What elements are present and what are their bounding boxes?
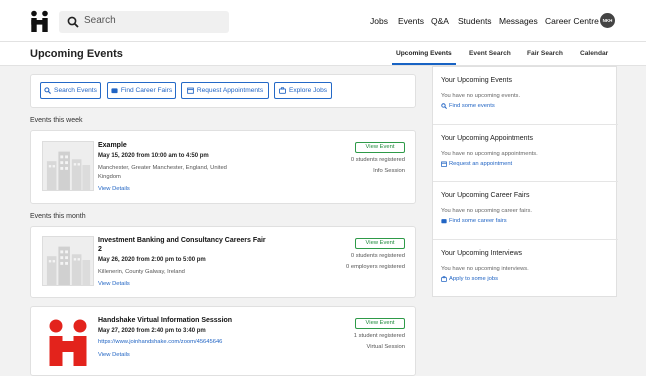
explore-jobs-button[interactable]: Explore Jobs [274, 82, 332, 99]
building-placeholder-icon [42, 141, 94, 191]
search-events-label: Search Events [54, 87, 97, 94]
sidebar-text: You have no upcoming events. [441, 93, 521, 99]
top-navigation-bar: Search Jobs Events Q&A Students Messages… [0, 0, 646, 42]
students-registered: 0 students registered [350, 253, 405, 259]
section-heading-week: Events this week [30, 117, 83, 124]
event-date: May 27, 2020 from 2:40 pm to 3:40 pm [98, 328, 206, 334]
page-header: Upcoming Events Upcoming Events Event Se… [0, 42, 646, 66]
request-appointment-link[interactable]: Request an appointment [441, 161, 512, 167]
upcoming-career-fairs-block: Your Upcoming Career Fairs You have no u… [433, 182, 618, 240]
event-url-link[interactable]: https://www.joinhandshake.com/zoom/45645… [98, 339, 222, 345]
handshake-logo-icon[interactable] [30, 10, 50, 32]
event-title-line2[interactable]: 2 [98, 246, 102, 253]
employers-registered: 0 employers registered [346, 264, 405, 270]
tab-fair-search[interactable]: Fair Search [527, 50, 563, 57]
nav-career-centre[interactable]: Career Centre [545, 16, 599, 26]
upcoming-appointments-block: Your Upcoming Appointments You have no u… [433, 125, 618, 182]
tab-calendar[interactable]: Calendar [580, 50, 608, 57]
find-career-fairs-label: Find Career Fairs [120, 87, 173, 94]
briefcase-icon [278, 87, 286, 94]
nav-qa[interactable]: Q&A [431, 16, 449, 26]
find-events-link[interactable]: Find some events [441, 103, 495, 109]
view-details-link[interactable]: View Details [98, 281, 130, 287]
upcoming-events-block: Your Upcoming Events You have no upcomin… [433, 67, 618, 125]
event-location: Killenerin, County Galway, Ireland [98, 269, 185, 275]
nav-events[interactable]: Events [398, 16, 424, 26]
calendar-icon [441, 161, 447, 167]
event-type: Virtual Session [366, 344, 405, 350]
search-input[interactable]: Search [59, 11, 229, 33]
active-tab-indicator [392, 63, 456, 65]
page-title: Upcoming Events [30, 48, 123, 60]
explore-jobs-label: Explore Jobs [288, 87, 328, 94]
event-location-line2: Kingdom [98, 174, 121, 180]
view-event-button[interactable]: View Event [355, 238, 405, 249]
calendar-icon [186, 87, 194, 94]
view-details-link[interactable]: View Details [98, 186, 130, 192]
find-career-fairs-link[interactable]: Find some career fairs [441, 218, 507, 224]
find-career-fairs-label: Find some career fairs [449, 218, 507, 224]
view-details-link[interactable]: View Details [98, 352, 130, 358]
event-date: May 15, 2020 from 10:00 am to 4:50 pm [98, 153, 209, 159]
view-event-button[interactable]: View Event [355, 142, 405, 153]
find-events-label: Find some events [449, 103, 495, 109]
avatar[interactable]: NKH [600, 13, 615, 28]
fair-icon [441, 219, 447, 224]
search-placeholder: Search [84, 15, 116, 26]
students-registered: 0 students registered [350, 157, 405, 163]
request-appointment-label: Request an appointment [449, 161, 513, 167]
tab-event-search[interactable]: Event Search [469, 50, 511, 57]
sidebar-heading: Your Upcoming Events [441, 77, 512, 84]
sidebar-heading: Your Upcoming Appointments [441, 135, 533, 142]
find-career-fairs-button[interactable]: Find Career Fairs [107, 82, 176, 99]
students-registered: 1 student registered [353, 333, 405, 339]
briefcase-icon [441, 276, 447, 282]
nav-students[interactable]: Students [458, 16, 492, 26]
event-title[interactable]: Example [98, 142, 127, 149]
sidebar-text: You have no upcoming career fairs. [441, 208, 532, 214]
search-icon [44, 87, 52, 94]
event-type: Info Session [373, 168, 405, 174]
sidebar-heading: Your Upcoming Interviews [441, 250, 523, 257]
building-placeholder-icon [42, 236, 94, 286]
sidebar-text: You have no upcoming interviews. [441, 266, 529, 272]
apply-jobs-link[interactable]: Apply to some jobs [441, 276, 498, 282]
event-title[interactable]: Investment Banking and Consultancy Caree… [98, 237, 266, 244]
search-icon [67, 16, 79, 28]
apply-jobs-label: Apply to some jobs [449, 276, 498, 282]
section-heading-month: Events this month [30, 213, 86, 220]
search-icon [441, 103, 447, 109]
request-appointments-button[interactable]: Request Appointments [181, 82, 269, 99]
handshake-logo-icon [42, 316, 94, 366]
search-events-button[interactable]: Search Events [40, 82, 101, 99]
sidebar-text: You have no upcoming appointments. [441, 151, 538, 157]
fair-icon [111, 88, 118, 94]
sidebar-heading: Your Upcoming Career Fairs [441, 192, 530, 199]
view-event-button[interactable]: View Event [355, 318, 405, 329]
nav-messages[interactable]: Messages [499, 16, 538, 26]
event-title[interactable]: Handshake Virtual Information Sesssion [98, 317, 232, 324]
upcoming-interviews-block: Your Upcoming Interviews You have no upc… [433, 240, 618, 298]
tab-upcoming-events[interactable]: Upcoming Events [396, 50, 452, 57]
upcoming-sidebar: Your Upcoming Events You have no upcomin… [432, 66, 618, 298]
nav-jobs[interactable]: Jobs [370, 16, 388, 26]
event-date: May 26, 2020 from 2:00 pm to 5:00 pm [98, 257, 206, 263]
request-appointments-label: Request Appointments [196, 87, 264, 94]
